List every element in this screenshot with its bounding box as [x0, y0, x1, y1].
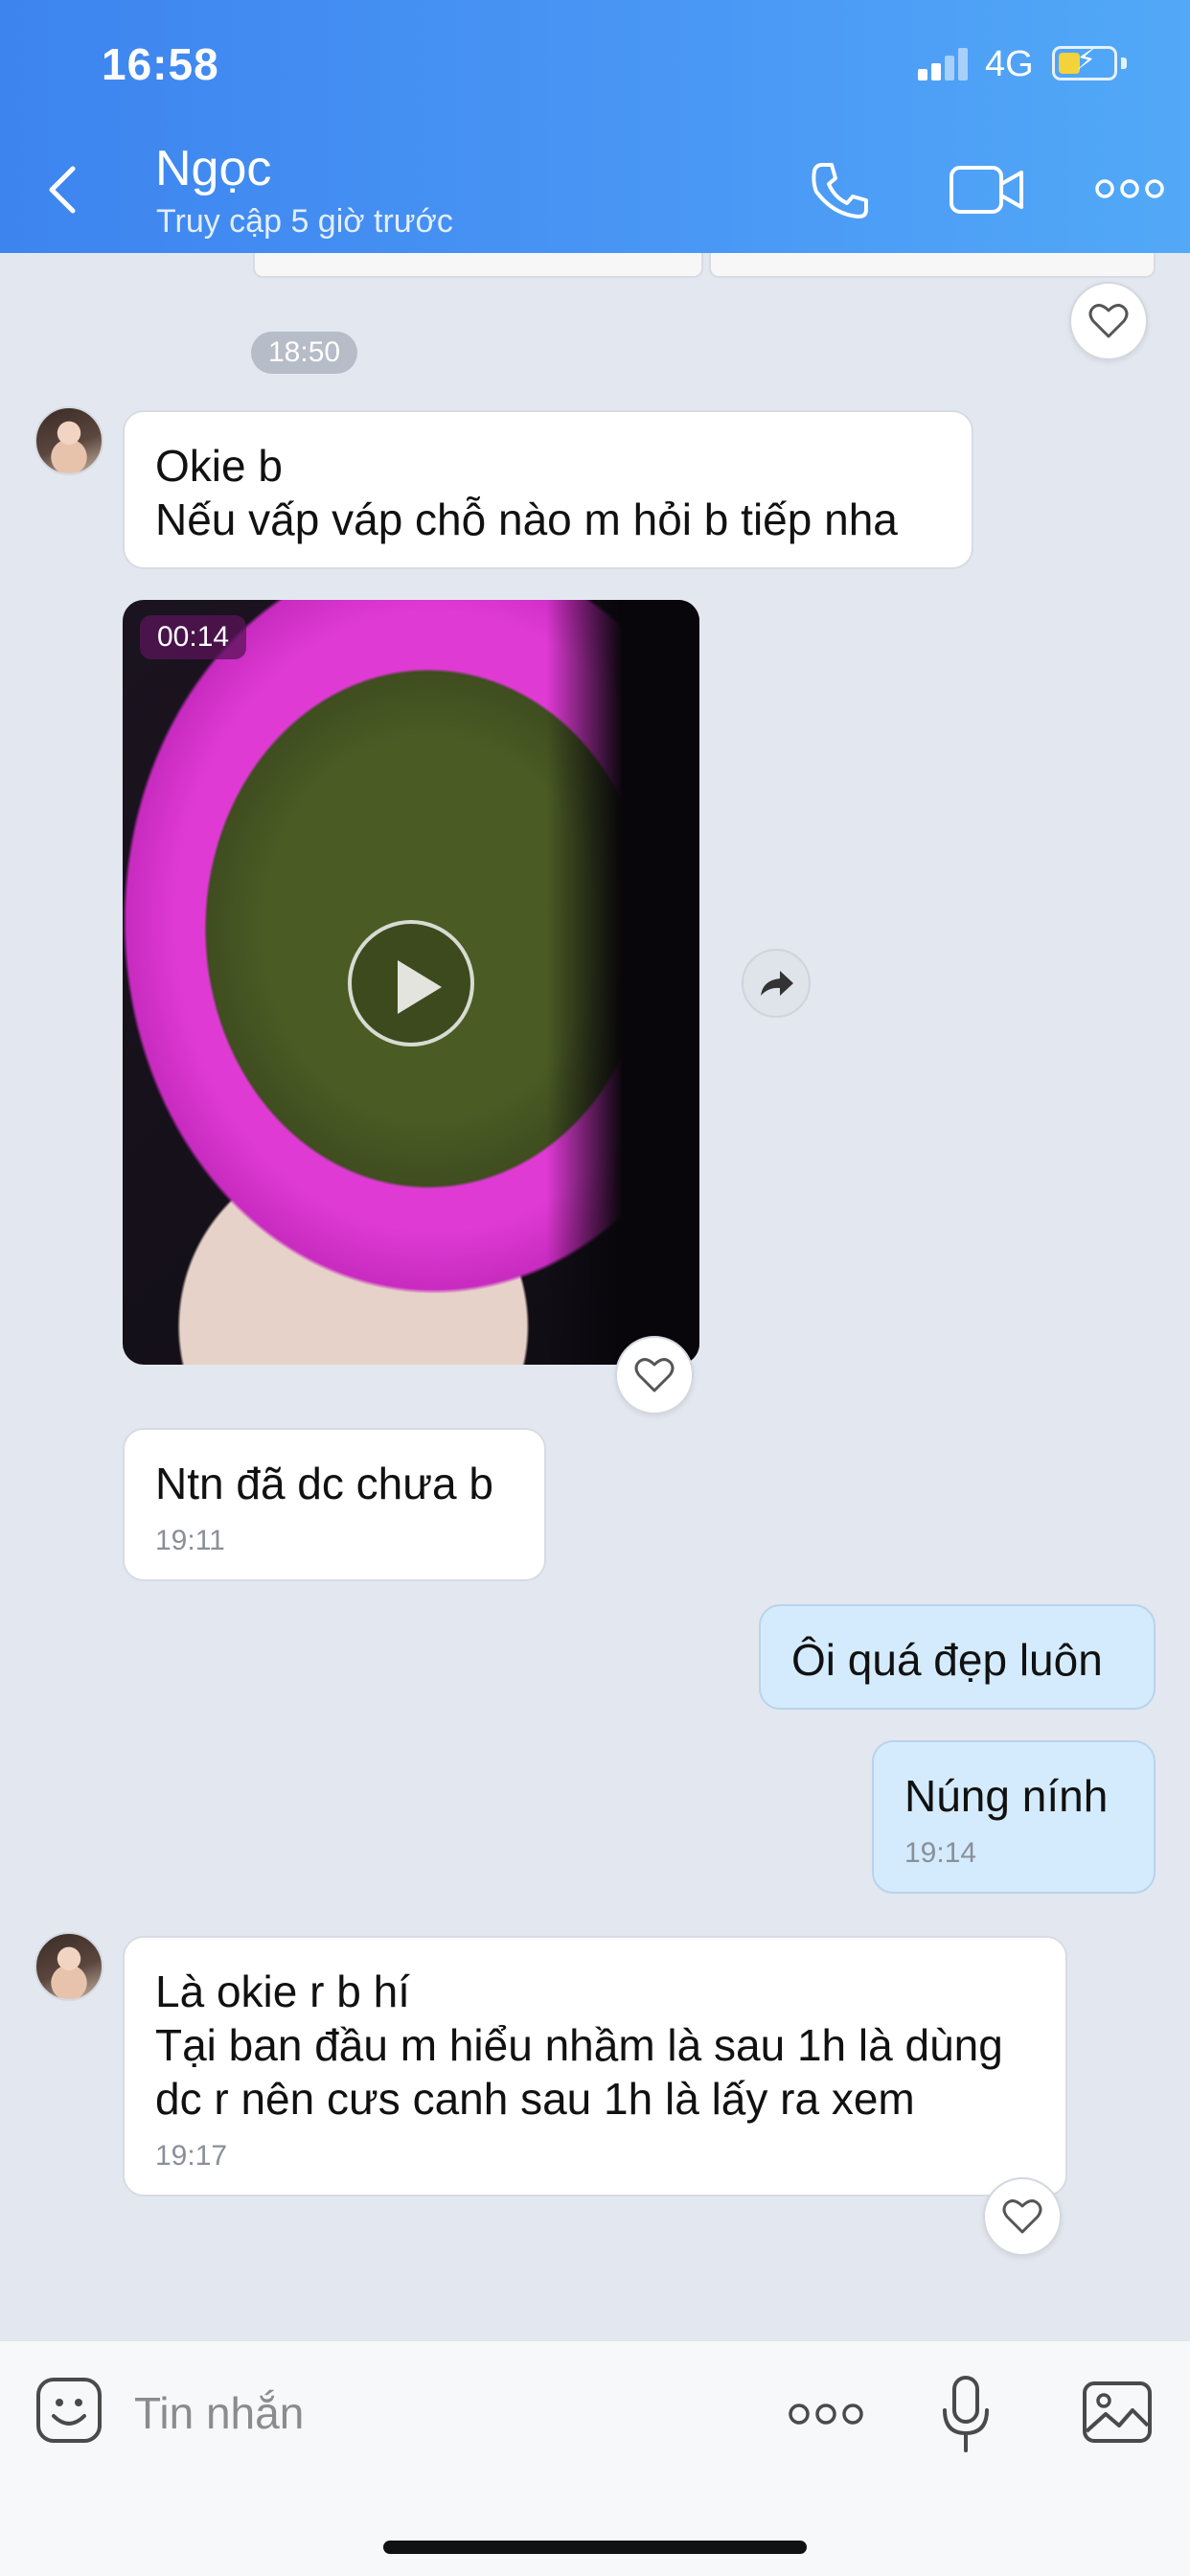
microphone-icon: [943, 2376, 989, 2452]
message-text: Ôi quá đẹp luôn: [791, 1635, 1103, 1685]
heart-icon: [634, 1358, 675, 1392]
sticker-icon: [36, 2378, 102, 2443]
ellipsis-icon: [1095, 179, 1164, 198]
voice-message-button[interactable]: [939, 2374, 993, 2454]
message-bubble-outgoing[interactable]: Ôi quá đẹp luôn: [759, 1604, 1156, 1710]
chevron-left-icon: [49, 166, 76, 214]
network-type: 4G: [985, 44, 1034, 84]
home-indicator[interactable]: [383, 2541, 807, 2554]
gallery-button[interactable]: [1081, 2380, 1154, 2445]
more-actions-button[interactable]: [788, 2403, 864, 2426]
battery-icon: ⚡: [1052, 44, 1117, 80]
message-text: Tại ban đầu m hiểu nhầm là sau 1h là dùn…: [155, 2020, 1003, 2070]
video-thumbnail-shadow: [546, 600, 699, 1365]
contact-last-seen: Truy cập 5 giờ trước: [156, 203, 453, 240]
heart-icon: [1002, 2199, 1042, 2234]
message-bubble-outgoing[interactable]: Núng nính 19:14: [872, 1740, 1156, 1894]
avatar[interactable]: [34, 1932, 103, 2001]
image-icon: [1083, 2381, 1152, 2443]
message-text: dc r nên cưs canh sau 1h là lấy ra xem: [155, 2074, 915, 2124]
video-duration: 00:14: [140, 615, 247, 659]
avatar[interactable]: [34, 406, 103, 475]
signal-icon: [918, 46, 972, 80]
message-text: Nếu vấp váp chỗ nào m hỏi b tiếp nha: [155, 494, 898, 544]
message-text: Núng nính: [904, 1771, 1109, 1821]
message-text: Ntn đã dc chưa b: [155, 1459, 493, 1508]
sticker-button[interactable]: [34, 2376, 103, 2445]
time-divider: 18:50: [251, 332, 358, 374]
play-button[interactable]: [348, 920, 474, 1046]
message-time: 19:17: [155, 2140, 228, 2172]
previous-attachment-card[interactable]: [709, 253, 1156, 278]
message-bubble-incoming[interactable]: Okie b Nếu vấp váp chỗ nào m hỏi b tiếp …: [123, 410, 973, 569]
heart-icon: [1088, 304, 1129, 338]
video-camera-icon: [950, 166, 1023, 214]
phone-icon: [812, 163, 868, 218]
share-arrow-icon: [761, 971, 793, 996]
battery-cap: [1121, 58, 1127, 69]
message-time: 19:14: [904, 1837, 977, 1869]
video-call-button[interactable]: [949, 163, 1025, 217]
message-text: Okie b: [155, 441, 283, 491]
message-time: 19:11: [155, 1525, 225, 1556]
back-button[interactable]: [34, 153, 92, 222]
call-button[interactable]: [809, 159, 872, 222]
contact-name[interactable]: Ngọc: [155, 140, 271, 197]
play-icon: [398, 960, 442, 1014]
message-text: Là okie r b hí: [155, 1966, 410, 2016]
message-list[interactable]: 18:50 Okie b Nếu vấp váp chỗ nào m hỏi b…: [0, 253, 1190, 2340]
message-bubble-incoming[interactable]: Ntn đã dc chưa b 19:11: [123, 1428, 546, 1581]
status-time: 16:58: [102, 39, 219, 89]
react-button[interactable]: [615, 1336, 694, 1414]
react-button[interactable]: [1069, 282, 1148, 360]
message-bubble-incoming[interactable]: Là okie r b hí Tại ban đầu m hiểu nhầm l…: [123, 1936, 1067, 2196]
chat-header: 16:58 4G ⚡ Ngọc Truy cập 5 giờ trước: [0, 0, 1190, 253]
message-input[interactable]: [134, 2380, 747, 2447]
react-button[interactable]: [983, 2177, 1062, 2256]
composer-bar: [0, 2340, 1190, 2576]
share-button[interactable]: [742, 949, 811, 1018]
video-message[interactable]: 00:14: [123, 600, 699, 1365]
more-options-button[interactable]: [1094, 178, 1165, 199]
previous-attachment-card[interactable]: [253, 253, 703, 278]
ellipsis-icon: [789, 2404, 863, 2425]
